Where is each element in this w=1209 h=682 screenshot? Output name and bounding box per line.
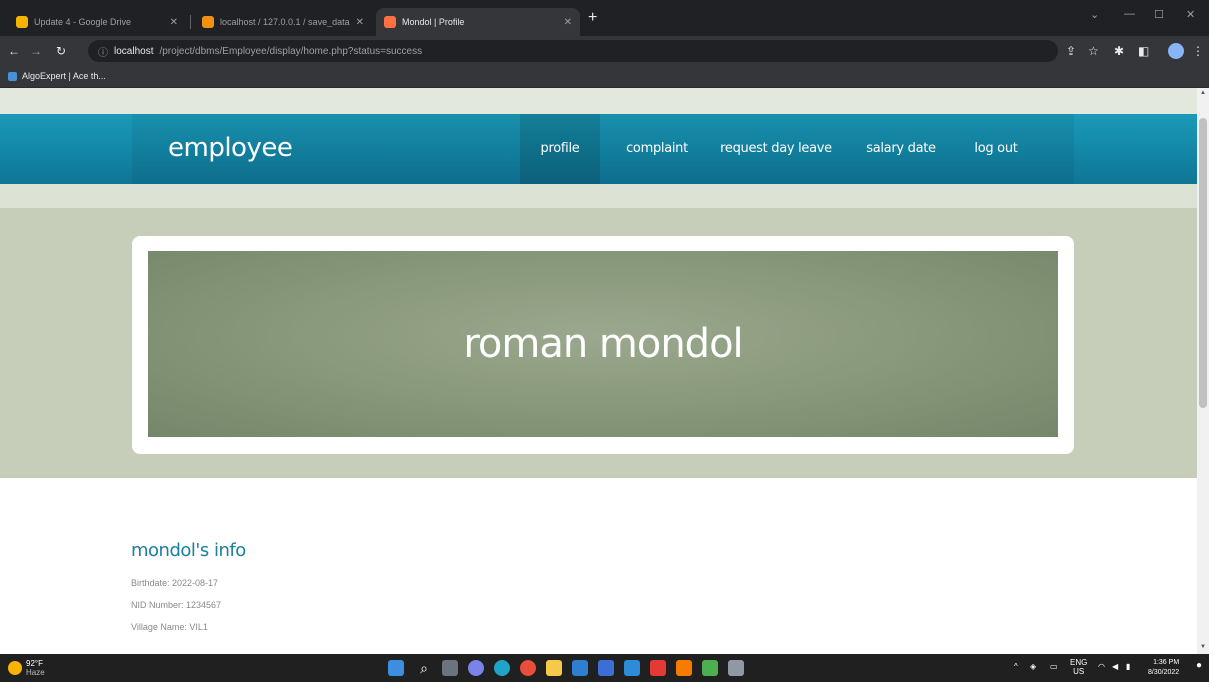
page-favicon-icon (384, 16, 396, 28)
sub-band (0, 184, 1197, 208)
info-heading: mondol's info (131, 540, 246, 561)
tab-title: Update 4 - Google Drive (34, 17, 132, 27)
file-explorer-icon[interactable] (546, 660, 562, 676)
profile-banner: roman mondol (148, 251, 1058, 437)
close-icon[interactable]: ✕ (356, 17, 364, 28)
brand-logo[interactable]: employee (168, 133, 293, 163)
new-tab-button[interactable]: + (588, 10, 597, 26)
bookmark-label: AlgoExpert | Ace th... (22, 71, 106, 81)
store-icon[interactable] (572, 660, 588, 676)
edge-icon[interactable] (494, 660, 510, 676)
menu-kebab-icon[interactable]: ⋮ (1192, 44, 1204, 58)
phpmyadmin-icon (202, 16, 214, 28)
chat-icon[interactable] (468, 660, 484, 676)
search-icon[interactable]: ⌕ (416, 660, 432, 676)
nav-salary-date[interactable]: salary date (848, 114, 954, 184)
profile-avatar-icon[interactable] (1168, 43, 1184, 59)
clock-time: 1:36 PM (1153, 659, 1180, 666)
tab-separator (190, 15, 191, 29)
windows-start-icon[interactable] (388, 660, 404, 676)
side-panel-icon[interactable]: ◧ (1138, 44, 1149, 58)
back-arrow-icon[interactable]: ← (8, 44, 20, 58)
language-indicator[interactable]: ENG US (1070, 658, 1087, 676)
chrome-icon[interactable] (520, 660, 536, 676)
weather-temp: 92°F (26, 659, 43, 668)
share-icon[interactable]: ⇪ (1066, 44, 1076, 58)
nav-profile[interactable]: profile (520, 114, 600, 184)
weather-widget[interactable]: 92°F Haze (8, 659, 45, 677)
bookmark-algoexpert[interactable]: AlgoExpert | Ace th... (8, 71, 106, 81)
task-view-icon[interactable] (442, 660, 458, 676)
close-window-icon[interactable]: ✕ (1186, 8, 1195, 21)
forward-arrow-icon[interactable]: → (30, 44, 42, 58)
google-drive-icon (16, 16, 28, 28)
bookmarks-bar: AlgoExpert | Ace th... (0, 66, 1209, 88)
xampp-icon[interactable] (676, 660, 692, 676)
clock-date: 8/30/2022 (1148, 669, 1180, 676)
tab-title: localhost / 127.0.0.1 / save_data (220, 17, 350, 27)
chevron-up-icon[interactable]: ^ (1014, 662, 1018, 671)
notification-icon[interactable]: ● (1196, 660, 1202, 671)
app-icon[interactable] (728, 660, 744, 676)
extensions-icon[interactable]: ✱ (1114, 44, 1124, 58)
system-clock[interactable]: 1:36 PM 8/30/2022 (1148, 658, 1179, 678)
browser-toolbar: ← → ↻ ⓘ localhost /project/dbms/Employee… (0, 36, 1209, 66)
info-nid-number: NID Number: 1234567 (131, 600, 222, 610)
wifi-icon[interactable]: ◠ (1098, 662, 1105, 671)
nav-request-day-leave[interactable]: request day leave (712, 114, 840, 184)
profile-card: roman mondol (132, 236, 1074, 454)
employee-name: roman mondol (463, 321, 743, 367)
page-scrollbar[interactable]: ▲ ▼ (1197, 88, 1209, 654)
bookmark-star-icon[interactable]: ☆ (1088, 44, 1099, 58)
nav-complaint[interactable]: complaint (610, 114, 704, 184)
close-icon[interactable]: ✕ (170, 17, 178, 28)
algoexpert-icon (8, 71, 17, 81)
nav-log-out[interactable]: log out (962, 114, 1030, 184)
page-viewport: employee profile complaint request day l… (0, 88, 1197, 654)
tab-title: Mondol | Profile (402, 17, 465, 27)
info-village-name: Village Name: VIL1 (131, 622, 208, 632)
url-path: /project/dbms/Employee/display/home.php?… (159, 45, 423, 57)
scroll-down-icon[interactable]: ▼ (1200, 644, 1206, 650)
maximize-icon[interactable]: ☐ (1154, 8, 1164, 21)
tab-profile[interactable]: Mondol | Profile ✕ (376, 8, 580, 36)
reload-icon[interactable]: ↻ (56, 44, 66, 58)
hero-section: roman mondol (0, 208, 1197, 478)
security-icon[interactable]: ◈ (1030, 662, 1036, 671)
keyboard-icon[interactable]: ▭ (1050, 662, 1058, 671)
address-bar[interactable]: ⓘ localhost /project/dbms/Employee/displ… (88, 40, 1058, 62)
mail-icon[interactable] (624, 660, 640, 676)
windows-taskbar: 92°F Haze ⌕ ^ ◈ ▭ ENG US ◠ ◀ ▮ 1:36 PM 8… (0, 654, 1209, 682)
tab-google-drive[interactable]: Update 4 - Google Drive ✕ (8, 8, 186, 36)
top-band (0, 88, 1197, 114)
region-code: US (1073, 667, 1085, 676)
tab-phpmyadmin[interactable]: localhost / 127.0.0.1 / save_data ✕ (194, 8, 372, 36)
url-host: localhost (114, 45, 154, 57)
chevron-down-icon[interactable]: ⌄ (1090, 8, 1099, 21)
weather-desc: Haze (26, 668, 45, 677)
lang-code: ENG (1070, 658, 1088, 667)
browser-tabstrip: Update 4 - Google Drive ✕ localhost / 12… (0, 0, 1209, 36)
volume-icon[interactable]: ◀ (1112, 662, 1118, 671)
close-icon[interactable]: ✕ (564, 17, 572, 28)
paint-icon[interactable] (702, 660, 718, 676)
word-icon[interactable] (598, 660, 614, 676)
scrollbar-thumb[interactable] (1199, 118, 1207, 408)
info-icon[interactable]: ⓘ (98, 44, 108, 59)
weather-icon (8, 661, 22, 675)
info-birthdate: Birthdate: 2022-08-17 (131, 578, 219, 588)
minimize-icon[interactable]: — (1124, 8, 1135, 20)
scroll-up-icon[interactable]: ▲ (1200, 90, 1206, 96)
office-icon[interactable] (650, 660, 666, 676)
battery-icon[interactable]: ▮ (1126, 662, 1130, 671)
